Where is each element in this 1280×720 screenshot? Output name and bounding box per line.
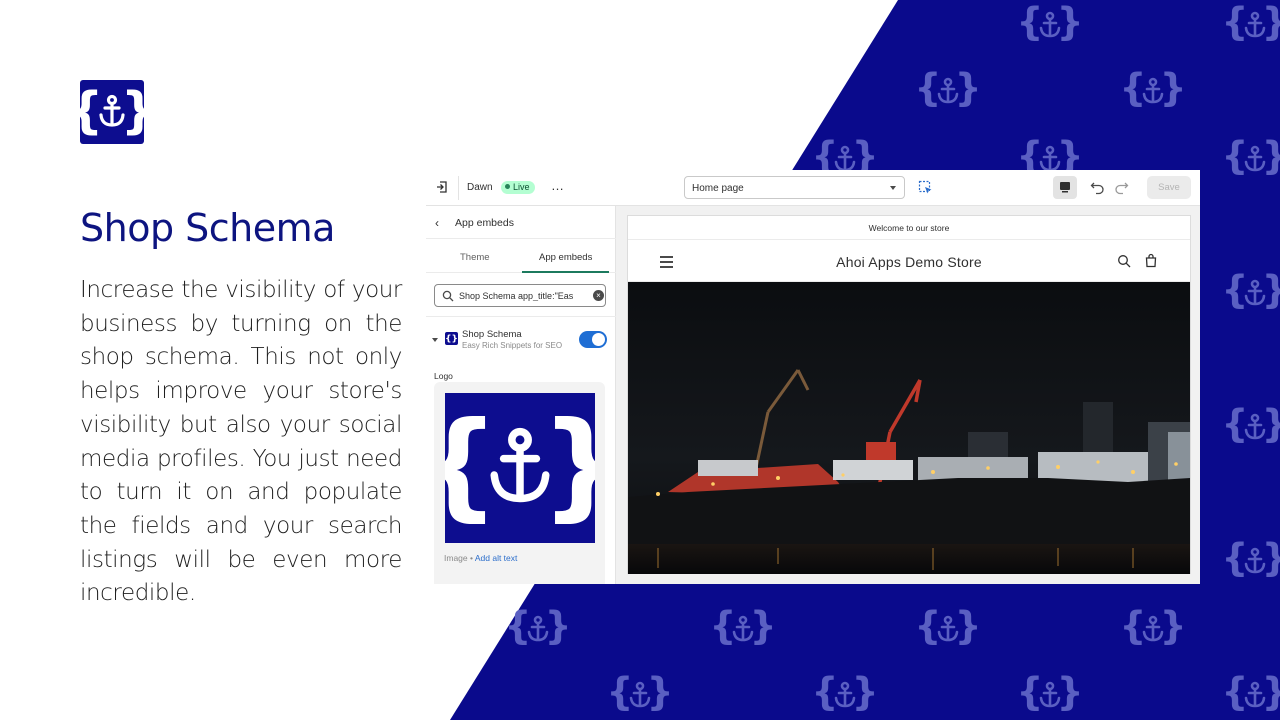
sidebar-tabs: Theme App embeds <box>426 239 616 273</box>
cart-icon[interactable] <box>1144 253 1158 268</box>
inspect-icon[interactable] <box>918 180 933 195</box>
hero-image <box>628 282 1190 574</box>
redo-icon[interactable] <box>1114 180 1129 195</box>
logo-field-label: Logo <box>434 371 453 381</box>
page-title: Shop Schema <box>80 206 335 250</box>
status-badge: Live <box>501 181 535 194</box>
embed-description: Easy Rich Snippets for SEO <box>462 341 563 350</box>
page-select-value: Home page <box>692 183 744 194</box>
feature-description: Increase the visibility of your business… <box>80 277 402 607</box>
undo-icon[interactable] <box>1090 180 1105 195</box>
tab-app-embeds[interactable]: App embeds <box>539 252 592 263</box>
store-preview: Welcome to our store Ahoi Apps Demo Stor… <box>627 215 1191 574</box>
sidebar: ‹ App embeds Theme App embeds × {} Shop … <box>426 206 616 584</box>
logo-image-card: { } Image • Add alt text <box>434 382 605 584</box>
theme-editor-window: Dawn Live … Home page Save ‹ App embeds … <box>426 170 1200 584</box>
app-icon: {} <box>445 332 458 345</box>
image-meta-label: Image <box>444 553 468 563</box>
sidebar-title: App embeds <box>455 217 514 229</box>
svg-text:{}: {} <box>445 335 458 345</box>
theme-name: Dawn <box>467 182 493 193</box>
save-button[interactable]: Save <box>1147 176 1191 199</box>
divider <box>426 316 616 317</box>
app-embed-item[interactable]: {} Shop Schema Easy Rich Snippets for SE… <box>426 322 616 358</box>
more-icon[interactable]: … <box>551 178 565 193</box>
active-tab-indicator <box>522 271 609 273</box>
image-meta: Image • Add alt text <box>444 553 517 563</box>
image-meta-separator: • <box>467 553 475 563</box>
page-select[interactable]: Home page <box>684 176 905 199</box>
search-icon <box>442 290 454 302</box>
store-name[interactable]: Ahoi Apps Demo Store <box>628 254 1190 270</box>
embed-name: Shop Schema <box>462 329 522 340</box>
anchor-brace-logo-icon[interactable]: { } <box>445 393 595 543</box>
status-badge-label: Live <box>513 182 530 192</box>
editor-topbar: Dawn Live … Home page Save <box>426 170 1200 206</box>
anchor-brace-logo-icon: { } <box>80 80 144 144</box>
add-alt-text-link[interactable]: Add alt text <box>475 553 518 563</box>
store-header: Ahoi Apps Demo Store <box>628 241 1190 282</box>
clear-icon[interactable]: × <box>593 290 604 301</box>
search-input[interactable] <box>459 288 585 303</box>
announcement-bar: Welcome to our store <box>628 216 1190 240</box>
search-field[interactable]: × <box>434 284 606 307</box>
embed-toggle[interactable] <box>579 331 607 348</box>
back-chevron-icon[interactable]: ‹ <box>435 216 439 230</box>
chevron-down-icon[interactable] <box>432 338 438 342</box>
desktop-icon <box>1060 182 1070 193</box>
sidebar-header: ‹ App embeds <box>426 206 616 239</box>
search-icon[interactable] <box>1117 254 1131 268</box>
chevron-down-icon <box>890 186 896 190</box>
exit-icon[interactable] <box>435 180 449 194</box>
desktop-view-button[interactable] <box>1053 176 1077 199</box>
divider <box>458 176 459 200</box>
tab-theme[interactable]: Theme <box>460 252 490 263</box>
